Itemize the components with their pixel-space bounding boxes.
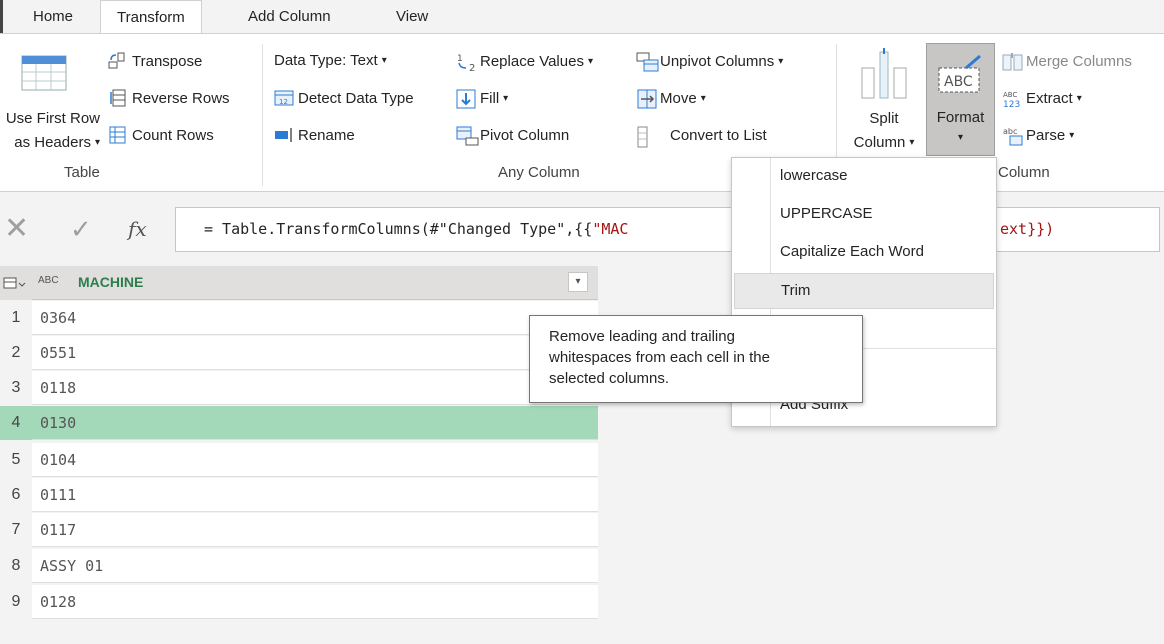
transpose-icon xyxy=(108,52,126,70)
menu-item-lowercase[interactable]: lowercase xyxy=(780,167,848,184)
pivot-column-icon xyxy=(456,126,479,146)
merge-columns-icon xyxy=(1002,52,1023,71)
row-number: 6 xyxy=(0,478,32,512)
table-cell[interactable]: 0364 xyxy=(32,301,598,335)
row-number: 8 xyxy=(0,549,32,583)
tooltip-line: selected columns. xyxy=(549,370,670,387)
group-divider xyxy=(262,44,263,186)
tab-add-column[interactable]: Add Column xyxy=(248,0,331,33)
count-rows-button[interactable]: Count Rows xyxy=(108,126,214,144)
row-number-selected: 4 xyxy=(0,406,32,440)
tab-view[interactable]: View xyxy=(396,0,428,33)
extract-icon: ABC 123 xyxy=(1002,89,1020,110)
cancel-formula-icon[interactable]: ✕ xyxy=(4,212,29,246)
column-header-label: MACHINE xyxy=(78,274,144,290)
group-label-text-column: Column xyxy=(998,164,1050,181)
svg-text:2: 2 xyxy=(469,63,475,72)
split-column-button-line2[interactable]: Column ▾ xyxy=(844,134,924,151)
table-cell-selected[interactable]: 0130 xyxy=(32,406,598,440)
tooltip-line: Remove leading and trailing xyxy=(549,328,735,345)
table-cell[interactable]: ASSY 01 xyxy=(32,549,598,583)
commit-formula-icon[interactable]: ✓ xyxy=(70,212,92,246)
data-type-dropdown[interactable]: Data Type: Text ▾ xyxy=(274,52,387,69)
tab-home[interactable]: Home xyxy=(33,0,73,33)
fx-icon[interactable]: fx xyxy=(128,217,147,241)
rename-icon xyxy=(274,126,292,144)
row-number: 3 xyxy=(0,371,32,405)
formula-input[interactable]: = Table.TransformColumns(#"Changed Type"… xyxy=(175,207,1160,252)
svg-text:123: 123 xyxy=(1003,100,1020,109)
group-label-any-column: Any Column xyxy=(498,164,580,181)
svg-text:12: 12 xyxy=(279,98,288,106)
format-button[interactable]: ABC Format ▾ xyxy=(926,43,995,156)
unpivot-columns-icon xyxy=(636,52,659,72)
detect-data-type-icon: 12 xyxy=(274,89,294,107)
parse-icon: abc xyxy=(1002,126,1023,146)
split-column-icon xyxy=(858,46,910,105)
format-label: Format xyxy=(936,109,985,126)
move-icon xyxy=(636,89,657,109)
format-caret: ▾ xyxy=(957,132,964,143)
group-label-table: Table xyxy=(64,164,100,181)
merge-columns-button[interactable]: Merge Columns xyxy=(1002,52,1132,71)
reverse-rows-icon xyxy=(108,89,126,107)
formula-text: = Table.TransformColumns(#"Changed Type"… xyxy=(204,220,629,238)
move-button[interactable]: Move ▾ xyxy=(636,89,706,109)
svg-text:1: 1 xyxy=(457,54,463,64)
row-number: 2 xyxy=(0,336,32,370)
menu-item-trim-highlight[interactable]: Trim xyxy=(734,273,994,309)
table-cell[interactable]: 0118 xyxy=(32,371,598,405)
column-header-machine[interactable]: ABC MACHINE ▾ xyxy=(32,266,598,300)
split-column-button[interactable]: Split xyxy=(846,110,922,127)
unpivot-columns-button[interactable]: Unpivot Columns ▾ xyxy=(636,52,783,72)
svg-text:abc: abc xyxy=(1003,127,1017,136)
replace-values-button[interactable]: 12 Replace Values ▾ xyxy=(456,52,593,75)
replace-values-icon: 12 xyxy=(456,52,475,74)
convert-to-list-icon xyxy=(636,126,654,148)
tab-transform[interactable]: Transform xyxy=(100,0,202,34)
count-rows-icon xyxy=(108,126,126,144)
row-number: 9 xyxy=(0,585,32,619)
left-edge-marker xyxy=(0,0,3,33)
row-number: 5 xyxy=(0,443,32,477)
use-first-row-button[interactable]: Use First Row xyxy=(0,110,100,127)
reverse-rows-button[interactable]: Reverse Rows xyxy=(108,89,230,107)
parse-button[interactable]: abc Parse ▾ xyxy=(1002,126,1074,146)
use-first-row-button-line2[interactable]: as Headers ▾ xyxy=(0,134,100,151)
transpose-button[interactable]: Transpose xyxy=(108,52,202,70)
table-menu-button[interactable] xyxy=(0,266,32,300)
column-filter-dropdown[interactable]: ▾ xyxy=(568,272,588,292)
table-cell[interactable]: 0111 xyxy=(32,478,598,512)
formula-text-tail: ext}}) xyxy=(1000,220,1055,238)
menu-item-uppercase[interactable]: UPPERCASE xyxy=(780,205,873,222)
svg-text:ABC: ABC xyxy=(1003,91,1017,99)
use-first-row-icon xyxy=(20,54,68,95)
menu-item-trim[interactable]: Trim xyxy=(781,282,810,299)
table-cell[interactable]: 0117 xyxy=(32,513,598,547)
convert-to-list-button[interactable]: Convert to List xyxy=(636,126,767,148)
row-number: 1 xyxy=(0,301,32,335)
svg-text:ABC: ABC xyxy=(944,74,973,90)
extract-button[interactable]: ABC 123 Extract ▾ xyxy=(1002,89,1082,111)
format-abc-icon: ABC xyxy=(936,54,986,99)
fill-down-icon xyxy=(456,89,476,109)
ribbon-tab-bar: Home Transform Add Column View xyxy=(0,0,1164,34)
table-cell[interactable]: 0551 xyxy=(32,336,598,370)
table-cell[interactable]: 0104 xyxy=(32,443,598,477)
fill-button[interactable]: Fill ▾ xyxy=(456,89,508,109)
menu-item-capitalize-each-word[interactable]: Capitalize Each Word xyxy=(780,243,924,260)
tooltip-line: whitespaces from each cell in the xyxy=(549,349,770,366)
row-number: 7 xyxy=(0,513,32,547)
pivot-column-button[interactable]: Pivot Column xyxy=(456,126,569,146)
trim-tooltip: Remove leading and trailing whitespaces … xyxy=(529,315,863,403)
text-type-icon[interactable]: ABC xyxy=(38,275,59,286)
table-cell[interactable]: 0128 xyxy=(32,585,598,619)
detect-data-type-button[interactable]: 12 Detect Data Type xyxy=(274,89,414,107)
rename-button[interactable]: Rename xyxy=(274,126,355,144)
